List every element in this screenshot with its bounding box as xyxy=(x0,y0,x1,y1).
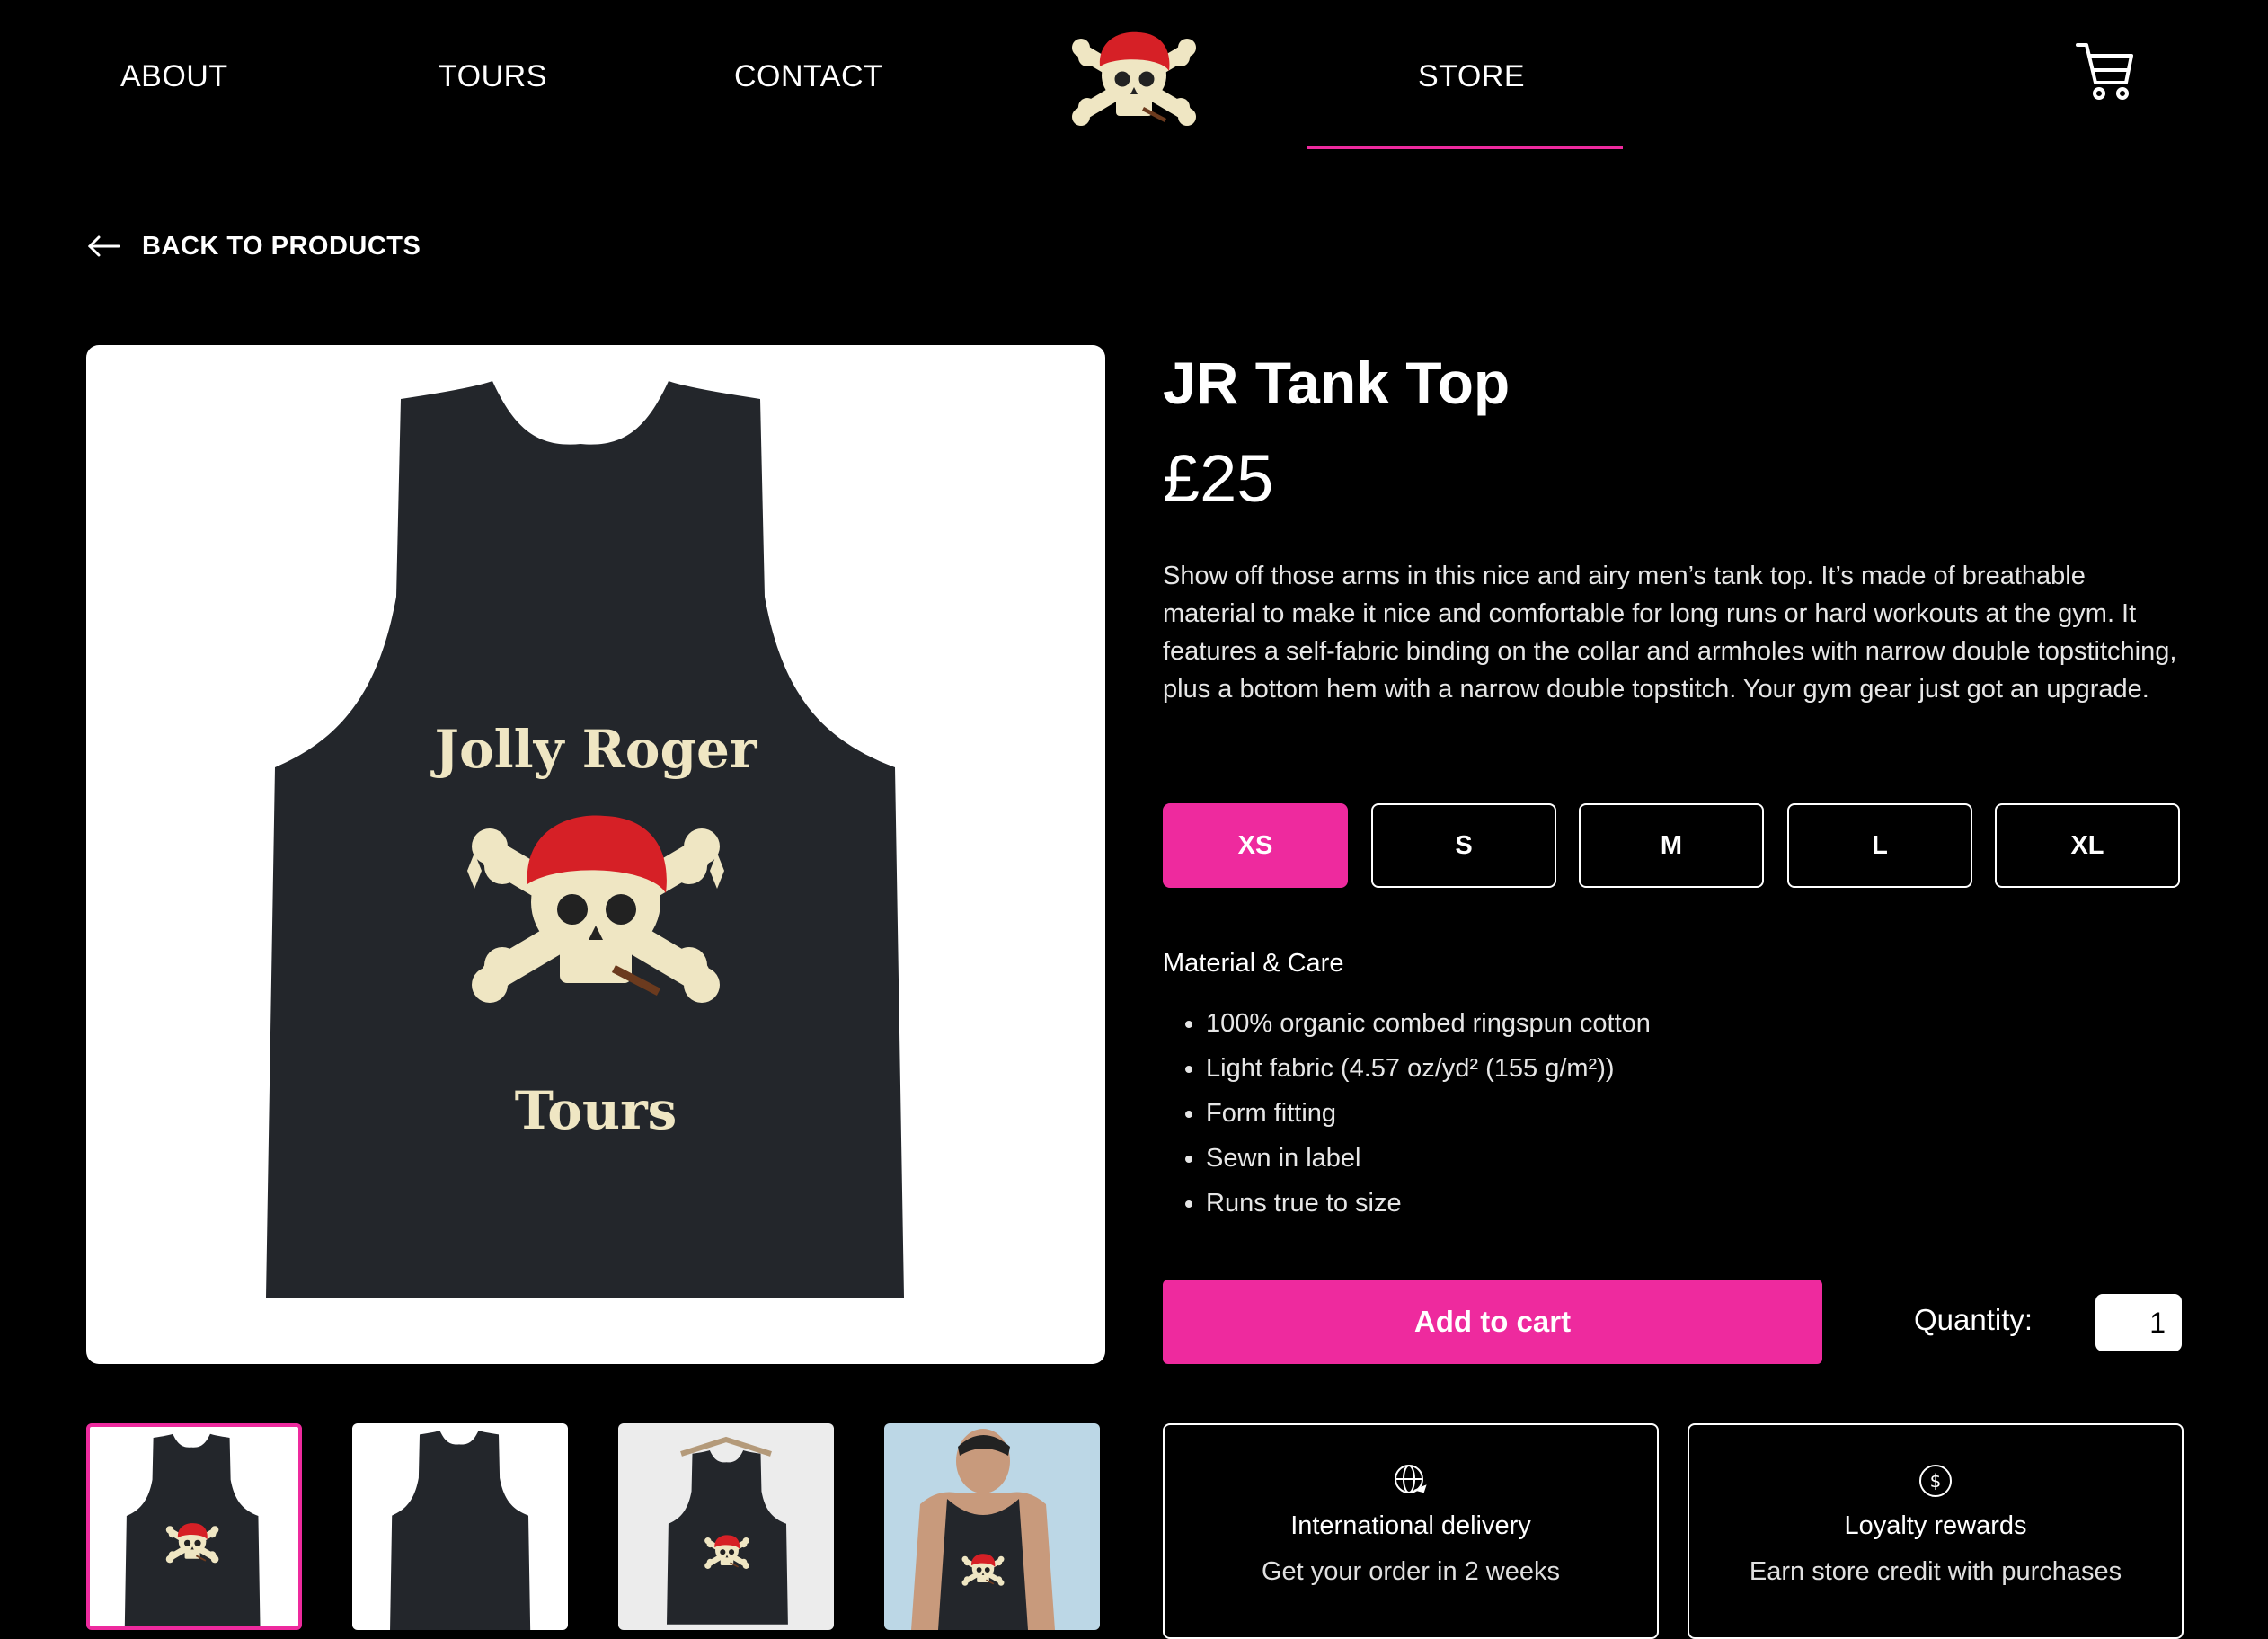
globe-plane-icon xyxy=(1395,1465,1427,1493)
material-care-heading: Material & Care xyxy=(1163,949,1344,978)
thumbnail-hanger[interactable] xyxy=(618,1423,834,1630)
thumbnail-back[interactable] xyxy=(352,1423,568,1630)
active-nav-indicator xyxy=(1307,146,1623,149)
list-item: 100% organic combed ringspun cotton xyxy=(1206,1005,1651,1050)
quantity-label: Quantity: xyxy=(1914,1303,2033,1336)
back-label: BACK TO PRODUCTS xyxy=(142,231,421,261)
loyalty-rewards-card: $ Loyalty rewards Earn store credit with… xyxy=(1688,1423,2184,1639)
size-option-xl[interactable]: XL xyxy=(1995,803,2180,888)
arrow-left-icon xyxy=(87,235,120,257)
size-option-l[interactable]: L xyxy=(1787,803,1972,888)
card-title: Loyalty rewards xyxy=(1844,1511,2027,1540)
card-subtitle: Earn store credit with purchases xyxy=(1749,1557,2122,1586)
product-description: Show off those arms in this nice and air… xyxy=(1163,562,2177,704)
pirate-skull-logo[interactable] xyxy=(1062,13,1206,131)
card-subtitle: Get your order in 2 weeks xyxy=(1261,1557,1561,1586)
product-main-image: Tours Jolly Roger xyxy=(86,345,1105,1364)
back-to-products-link[interactable]: BACK TO PRODUCTS xyxy=(86,228,421,264)
product-title: JR Tank Top xyxy=(1163,350,1511,416)
material-care-list: 100% organic combed ringspun cotton Ligh… xyxy=(1163,1005,1651,1229)
thumbnail-model[interactable] xyxy=(884,1423,1100,1630)
size-selector: XS S M L XL xyxy=(1163,803,2182,888)
add-to-cart-button[interactable]: Add to cart xyxy=(1163,1280,1822,1364)
product-price: £25 xyxy=(1163,441,1274,516)
print-bottom-text: Tours xyxy=(515,1080,678,1141)
quantity-input[interactable] xyxy=(2095,1294,2182,1351)
international-delivery-card: International delivery Get your order in… xyxy=(1163,1423,1659,1639)
list-item: Runs true to size xyxy=(1206,1184,1651,1229)
dollar-coin-icon: $ xyxy=(1919,1465,1952,1497)
nav-contact[interactable]: CONTACT xyxy=(734,59,882,94)
card-title: International delivery xyxy=(1290,1511,1531,1540)
cart-icon[interactable] xyxy=(2076,40,2135,102)
nav-about[interactable]: ABOUT xyxy=(120,59,228,94)
list-item: Sewn in label xyxy=(1206,1139,1651,1184)
svg-text:$: $ xyxy=(1930,1470,1942,1492)
thumbnail-front[interactable] xyxy=(86,1423,302,1630)
size-option-s[interactable]: S xyxy=(1371,803,1556,888)
print-top-text: Jolly Roger xyxy=(430,719,758,780)
nav-tours[interactable]: TOURS xyxy=(439,59,547,94)
top-navigation: ABOUT TOURS CONTACT STORE xyxy=(0,0,2268,153)
list-item: Form fitting xyxy=(1206,1094,1651,1139)
size-option-m[interactable]: M xyxy=(1579,803,1764,888)
nav-store[interactable]: STORE xyxy=(1418,59,1525,94)
size-option-xs[interactable]: XS xyxy=(1163,803,1348,888)
list-item: Light fabric (4.57 oz/yd² (155 g/m²)) xyxy=(1206,1050,1651,1094)
